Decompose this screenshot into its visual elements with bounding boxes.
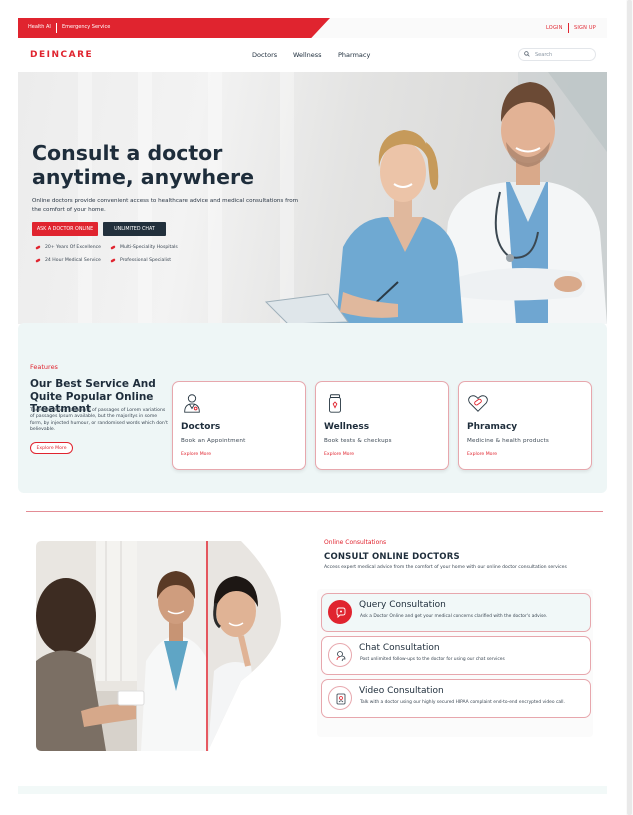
option-subtitle: Ask a Doctor Online and get your medical… — [360, 614, 548, 619]
search-placeholder: Search — [535, 52, 553, 58]
signup-link[interactable]: SIGN UP — [574, 25, 596, 31]
consult-description: Access expert medical advice from the co… — [324, 565, 567, 570]
service-card-pharmacy[interactable]: Phramacy Medicine & health products Expl… — [458, 381, 592, 470]
video-consultation-option[interactable]: Video Consultation Talk with a doctor us… — [321, 679, 591, 718]
consultation-options: Query Consultation Ask a Doctor Online a… — [317, 589, 593, 737]
features-tag: Features — [30, 363, 58, 371]
page: Health AI Emergency Service LOGIN SIGN U… — [18, 18, 607, 815]
card-explore-link[interactable]: Explore More — [324, 452, 354, 457]
topbar-emergency-link[interactable]: Emergency Service — [62, 24, 110, 30]
card-subtitle: Book tests & checkups — [324, 438, 392, 444]
hero-feature-item: 20+ Years Of Excellence — [35, 245, 101, 250]
hero-feature-label: 20+ Years Of Excellence — [45, 245, 101, 250]
explore-more-button[interactable]: Explore More — [30, 442, 73, 454]
option-subtitle: Post unlimited follow-ups to the doctor … — [360, 657, 505, 662]
main-nav: DEINCARE Doctors Wellness Pharmacy Searc… — [18, 40, 607, 70]
hero-feature-label: Multi-Speciality Hospitals — [120, 245, 178, 250]
video-icon — [336, 693, 346, 705]
section-divider — [26, 511, 603, 512]
card-title: Wellness — [324, 422, 370, 432]
pill-icon — [110, 245, 116, 250]
hero-feature-item: Multi-Speciality Hospitals — [110, 245, 178, 250]
hero-banner: Consult a doctor anytime, anywhere Onlin… — [18, 72, 607, 324]
option-title: Query Consultation — [359, 600, 446, 610]
ask-doctor-button[interactable]: ASK A DOCTOR ONLINE — [32, 222, 98, 236]
brand-logo[interactable]: DEINCARE — [30, 50, 93, 60]
consult-title: CONSULT ONLINE DOCTORS — [324, 552, 460, 562]
query-icon-wrapper — [328, 600, 352, 624]
query-icon — [336, 607, 346, 619]
topbar-health-ai-link[interactable]: Health AI — [28, 24, 51, 30]
topbar-separator-right — [568, 23, 569, 33]
pill-icon — [35, 245, 41, 250]
hero-title: Consult a doctor anytime, anywhere — [32, 141, 255, 189]
hero-feature-label: Professional Specialist — [120, 258, 172, 263]
card-explore-link[interactable]: Explore More — [467, 452, 497, 457]
video-icon-wrapper — [328, 686, 352, 710]
pill-icon — [110, 258, 116, 263]
unlimited-chat-button[interactable]: UNLIMITED CHAT — [103, 222, 166, 236]
search-input[interactable]: Search — [518, 48, 596, 61]
chat-icon — [336, 651, 346, 662]
hero-feature-label: 24 Hour Medical Service — [45, 258, 101, 263]
service-card-wellness[interactable]: Wellness Book tests & checkups Explore M… — [315, 381, 449, 470]
service-card-doctors[interactable]: Doctors Book an Appointment Explore More — [172, 381, 306, 470]
top-bar: Health AI Emergency Service LOGIN SIGN U… — [18, 18, 607, 38]
option-title: Chat Consultation — [359, 643, 440, 653]
hero-feature-item: 24 Hour Medical Service — [35, 258, 101, 263]
consultation-image — [36, 541, 281, 751]
chat-consultation-option[interactable]: Chat Consultation Post unlimited follow-… — [321, 636, 591, 675]
features-section: Features Our Best Service And Quite Popu… — [18, 323, 607, 493]
option-subtitle: Talk with a doctor using our highly secu… — [360, 700, 565, 705]
hero-feature-item: Professional Specialist — [110, 258, 172, 263]
login-link[interactable]: LOGIN — [546, 25, 563, 31]
footer-band — [18, 786, 607, 794]
test-jar-icon — [329, 394, 341, 413]
query-consultation-option[interactable]: Query Consultation Ask a Doctor Online a… — [321, 593, 591, 632]
card-subtitle: Medicine & health products — [467, 438, 550, 444]
doctor-icon — [184, 394, 200, 413]
option-title: Video Consultation — [359, 686, 444, 696]
card-title: Doctors — [181, 422, 221, 432]
search-icon — [524, 51, 530, 57]
pill-icon — [35, 258, 41, 263]
topbar-separator — [56, 23, 57, 33]
nav-link-doctors[interactable]: Doctors — [252, 51, 277, 59]
doctors-hero-image — [264, 72, 607, 324]
chat-icon-wrapper — [328, 643, 352, 667]
nav-link-pharmacy[interactable]: Pharmacy — [338, 51, 370, 59]
card-explore-link[interactable]: Explore More — [181, 452, 211, 457]
card-title: Phramacy — [467, 422, 518, 432]
features-body: There are many variations of passages of… — [30, 408, 168, 432]
scrollbar-thumb[interactable] — [627, 0, 632, 815]
heart-pill-icon — [468, 395, 488, 412]
card-subtitle: Book an Appointment — [181, 438, 246, 444]
consult-tag: Online Consultations — [324, 539, 387, 546]
nav-link-wellness[interactable]: Wellness — [293, 51, 322, 59]
